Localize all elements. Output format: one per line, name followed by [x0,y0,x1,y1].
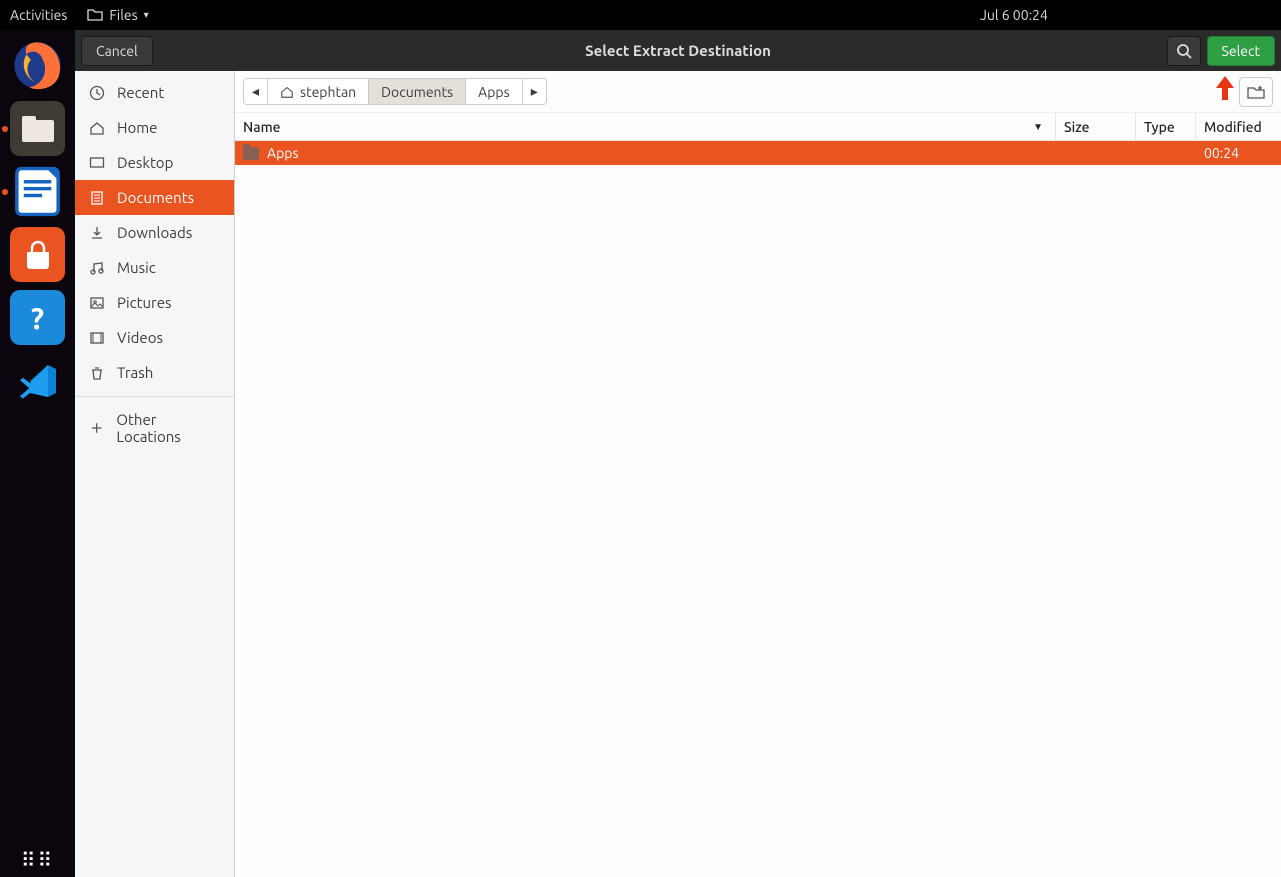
sidebar-item-trash[interactable]: Trash [75,355,234,390]
sort-indicator-icon: ▼ [1033,121,1043,133]
new-folder-icon [1247,84,1265,100]
path-forward-button[interactable]: ▸ [523,79,546,104]
cancel-button[interactable]: Cancel [81,36,153,66]
sidebar-item-label: Trash [117,364,153,381]
files-icon [20,114,56,144]
downloads-icon [89,225,105,241]
file-name: Apps [267,145,299,161]
breadcrumb-apps[interactable]: Apps [466,79,523,104]
select-button[interactable]: Select [1207,36,1275,66]
column-header-size[interactable]: Size [1056,113,1136,140]
software-icon [21,238,55,272]
firefox-launcher[interactable] [10,38,65,93]
writer-icon [10,164,65,219]
help-launcher[interactable]: ? [10,290,65,345]
folder-icon [87,7,103,23]
sidebar-item-label: Videos [117,329,163,346]
file-chooser-window: Cancel Select Extract Destination Select… [75,30,1281,877]
new-folder-button[interactable] [1239,77,1273,107]
path-bar: ◂ stephtan Documents Apps ▸ [243,78,547,105]
breadcrumb-documents[interactable]: Documents [369,79,466,104]
sidebar-item-label: Desktop [117,154,173,171]
sidebar-item-label: Documents [117,189,194,206]
help-icon: ? [31,301,44,335]
file-row[interactable]: Apps 00:24 [235,141,1281,165]
sidebar-item-label: Pictures [117,294,172,311]
ubuntu-software-launcher[interactable] [10,227,65,282]
clock-icon [89,85,105,101]
documents-icon [89,190,105,206]
sidebar-item-music[interactable]: Music [75,250,234,285]
breadcrumb-label: Documents [381,84,453,100]
dock: ? ⠿⠿ [0,30,75,877]
vscode-icon [18,361,58,401]
sidebar-item-downloads[interactable]: Downloads [75,215,234,250]
clock[interactable]: Jul 6 00:24 [980,7,1048,23]
trash-icon [89,365,105,381]
path-back-button[interactable]: ◂ [244,79,268,104]
column-headers: Name ▼ Size Type Modified [235,113,1281,141]
show-apps-button[interactable]: ⠿⠿ [0,848,75,872]
files-launcher[interactable] [10,101,65,156]
sidebar-item-pictures[interactable]: Pictures [75,285,234,320]
annotation-arrow [1214,74,1236,105]
app-menu-label: Files [109,7,137,23]
header-bar: Cancel Select Extract Destination Select [75,30,1281,71]
breadcrumb-home[interactable]: stephtan [268,79,369,104]
plus-icon [89,420,104,436]
activities-menu[interactable]: Activities [10,7,67,23]
places-sidebar: Recent Home Desktop Documents Downloads … [75,71,235,877]
vscode-launcher[interactable] [10,353,65,408]
sidebar-item-recent[interactable]: Recent [75,75,234,110]
dialog-title: Select Extract Destination [585,42,771,59]
chevron-down-icon: ▾ [144,9,149,21]
sidebar-item-label: Other Locations [116,411,220,445]
sidebar-item-home[interactable]: Home [75,110,234,145]
home-icon [89,120,105,136]
chevron-right-icon: ▸ [531,83,538,100]
sidebar-item-label: Music [117,259,156,276]
sidebar-item-videos[interactable]: Videos [75,320,234,355]
videos-icon [89,330,105,346]
desktop-icon [89,155,105,171]
pictures-icon [89,295,105,311]
sidebar-item-desktop[interactable]: Desktop [75,145,234,180]
column-header-name[interactable]: Name ▼ [235,113,1056,140]
sidebar-item-label: Recent [117,84,164,101]
grid-icon: ⠿⠿ [21,848,54,871]
sidebar-item-other-locations[interactable]: Other Locations [75,396,234,454]
column-header-type[interactable]: Type [1136,113,1196,140]
home-icon [280,85,294,99]
firefox-icon [10,38,65,93]
breadcrumb-label: stephtan [300,84,356,100]
sidebar-item-documents[interactable]: Documents [75,180,234,215]
app-menu[interactable]: Files ▾ [87,7,148,23]
music-icon [89,260,105,276]
sidebar-item-label: Downloads [117,224,192,241]
chevron-left-icon: ◂ [252,83,259,100]
file-modified: 00:24 [1196,145,1281,161]
libreoffice-writer-launcher[interactable] [10,164,65,219]
breadcrumb-label: Apps [478,84,510,100]
search-icon [1176,43,1192,59]
column-header-modified[interactable]: Modified [1196,113,1281,140]
main-area: ◂ stephtan Documents Apps ▸ [235,71,1281,877]
search-button[interactable] [1167,36,1201,66]
sidebar-item-label: Home [117,119,157,136]
path-bar-row: ◂ stephtan Documents Apps ▸ [235,71,1281,113]
top-panel: Activities Files ▾ Jul 6 00:24 [0,0,1281,30]
folder-icon [243,147,259,160]
